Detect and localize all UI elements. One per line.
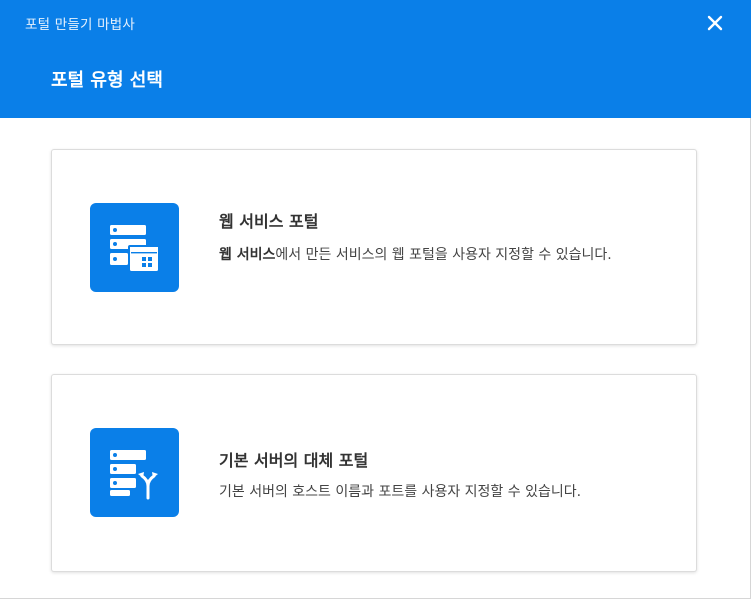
option-title: 웹 서비스 포털 xyxy=(219,212,319,231)
option-card-web-service-portal[interactable]: 웹 서비스 포털 웹 서비스에서 만든 서비스의 웹 포털을 사용자 지정할 수… xyxy=(51,149,697,345)
web-service-portal-icon xyxy=(90,203,179,292)
dialog-header: 포털 만들기 마법사 포털 유형 선택 xyxy=(0,0,751,118)
close-icon xyxy=(707,15,723,31)
server-alternate-portal-icon xyxy=(90,428,179,517)
option-description-bold: 웹 서비스 xyxy=(219,247,276,263)
wizard-title: 포털 만들기 마법사 xyxy=(25,17,135,33)
option-description-text: 에서 만든 서비스의 웹 포털을 사용자 지정할 수 있습니다. xyxy=(275,247,612,263)
option-description: 기본 서버의 호스트 이름과 포트를 사용자 지정할 수 있습니다. xyxy=(219,484,582,500)
portal-wizard-dialog: 포털 만들기 마법사 포털 유형 선택 웹 서비스 포털 웹 서비스에서 만든 … xyxy=(0,0,751,599)
option-title: 기본 서버의 대체 포털 xyxy=(219,451,369,470)
close-button[interactable] xyxy=(703,11,727,35)
option-description: 웹 서비스에서 만든 서비스의 웹 포털을 사용자 지정할 수 있습니다. xyxy=(219,242,679,268)
option-card-alternate-portal[interactable]: 기본 서버의 대체 포털 기본 서버의 호스트 이름과 포트를 사용자 지정할 … xyxy=(51,374,697,572)
page-title: 포털 유형 선택 xyxy=(51,70,163,91)
